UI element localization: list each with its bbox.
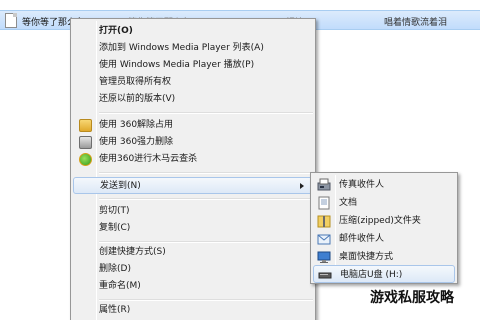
menu-item-send-to[interactable]: 发送到(N) [73, 177, 313, 194]
menu-item-take-ownership[interactable]: 管理员取得所有权 [73, 74, 313, 91]
menu-item-label: 使用 360解除占用 [99, 120, 174, 130]
menu-item-play-with-wmp[interactable]: 使用 Windows Media Player 播放(P) [73, 57, 313, 74]
submenu-item-label: 桌面快捷方式 [339, 252, 394, 262]
submenu-item-label: 邮件收件人 [339, 234, 385, 244]
menu-item-360-trojan-scan[interactable]: 使用360进行木马云查杀 [73, 151, 313, 168]
menu-item-label: 使用360进行木马云查杀 [99, 154, 198, 164]
menu-separator [99, 112, 313, 114]
shredder-icon [79, 136, 92, 149]
fax-icon [317, 178, 331, 192]
menu-separator [99, 172, 313, 174]
audio-file-icon [5, 13, 17, 28]
menu-item-360-unlock[interactable]: 使用 360解除占用 [73, 117, 313, 134]
send-to-usb-drive[interactable]: 电脑店U盘 (H:) [313, 265, 455, 283]
send-to-fax[interactable]: 传真收件人 [313, 176, 455, 194]
menu-separator [99, 299, 313, 301]
menu-item-open[interactable]: 打开(O) [73, 23, 313, 40]
menu-item-cut[interactable]: 剪切(T) [73, 203, 313, 220]
menu-item-360-force-delete[interactable]: 使用 360强力删除 [73, 134, 313, 151]
menu-item-label: 管理员取得所有权 [99, 77, 172, 87]
mail-icon [317, 232, 331, 246]
watermark-text: 游戏私服攻略 [370, 290, 454, 306]
menu-item-label: 删除(D) [99, 264, 131, 274]
menu-item-label: 使用 360强力删除 [99, 137, 174, 147]
menu-item-delete[interactable]: 删除(D) [73, 261, 313, 278]
menu-item-label: 剪切(T) [99, 206, 130, 216]
zip-folder-icon [317, 214, 331, 228]
menu-item-rename[interactable]: 重命名(M) [73, 278, 313, 295]
documents-icon [317, 196, 331, 210]
menu-separator [99, 241, 313, 243]
menu-item-restore-previous[interactable]: 还原以前的版本(V) [73, 91, 313, 108]
send-to-mail[interactable]: 邮件收件人 [313, 230, 455, 248]
menu-item-label: 发送到(N) [100, 181, 141, 191]
menu-item-label: 还原以前的版本(V) [99, 94, 176, 104]
folder-lock-icon [79, 119, 92, 132]
360-shield-icon [79, 153, 92, 166]
send-to-zip-folder[interactable]: 压缩(zipped)文件夹 [313, 212, 455, 230]
menu-item-add-to-wmp-list[interactable]: 添加到 Windows Media Player 列表(A) [73, 40, 313, 57]
menu-item-copy[interactable]: 复制(C) [73, 220, 313, 237]
submenu-item-label: 压缩(zipped)文件夹 [339, 216, 421, 226]
menu-item-label: 重命名(M) [99, 281, 141, 291]
menu-item-create-shortcut[interactable]: 创建快捷方式(S) [73, 244, 313, 261]
menu-item-label: 打开(O) [99, 26, 133, 36]
menu-separator [99, 198, 313, 200]
context-menu: 打开(O) 添加到 Windows Media Player 列表(A) 使用 … [70, 18, 316, 320]
submenu-item-label: 电脑店U盘 (H:) [340, 270, 403, 280]
menu-item-label: 添加到 Windows Media Player 列表(A) [99, 43, 264, 53]
menu-item-label: 复制(C) [99, 223, 131, 233]
menu-item-properties[interactable]: 属性(R) [73, 302, 313, 319]
desktop-icon [317, 250, 331, 264]
send-to-submenu: 传真收件人 文档 压缩(zipped)文件夹 邮件收件人 桌面快捷方式 电脑店U… [310, 172, 458, 284]
menu-item-label: 属性(R) [99, 305, 131, 315]
menu-item-label: 使用 Windows Media Player 播放(P) [99, 60, 255, 70]
submenu-item-label: 文档 [339, 198, 358, 208]
send-to-desktop-shortcut[interactable]: 桌面快捷方式 [313, 248, 455, 266]
submenu-item-label: 传真收件人 [339, 180, 385, 190]
menu-item-label: 创建快捷方式(S) [99, 247, 166, 257]
send-to-documents[interactable]: 文档 [313, 194, 455, 212]
file-artist: 唱着情歌流着泪 [384, 18, 448, 28]
submenu-arrow-icon [300, 183, 304, 189]
usb-drive-icon [318, 268, 332, 282]
